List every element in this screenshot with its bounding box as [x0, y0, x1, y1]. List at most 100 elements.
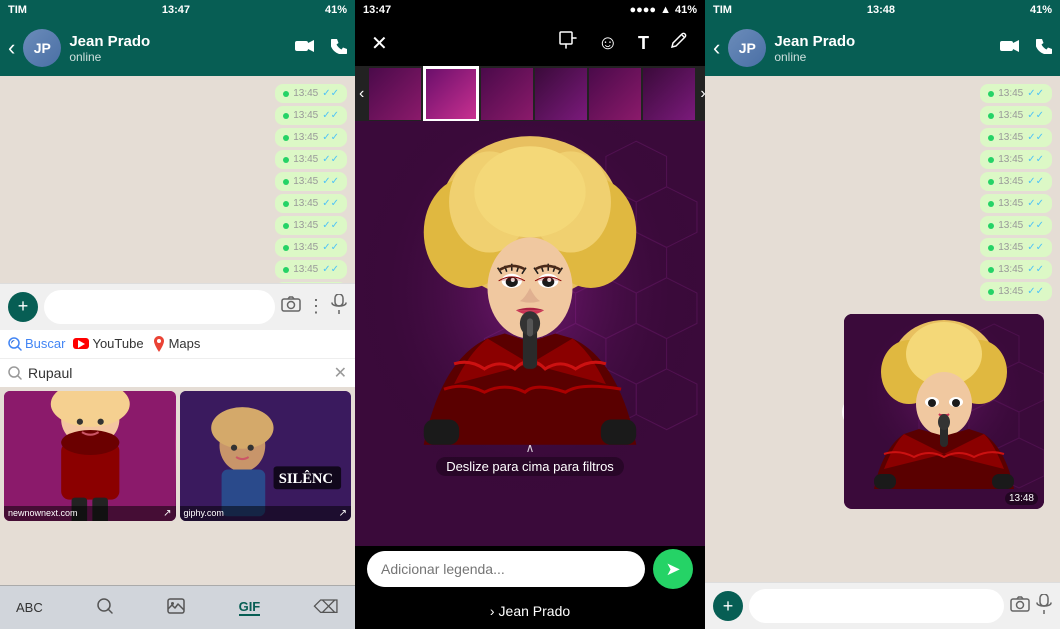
- sent-image-message[interactable]: 13:48: [844, 314, 1044, 509]
- main-image-bg: [355, 121, 705, 546]
- message-input-left[interactable]: [44, 290, 275, 324]
- status-icons-left: 41%: [325, 4, 347, 16]
- video-call-icon-left[interactable]: [295, 39, 315, 58]
- keyboard-abc[interactable]: ABC: [16, 600, 43, 615]
- keyboard-bar: ABC GIF ⌫: [0, 585, 355, 629]
- keyboard-gif[interactable]: GIF: [239, 599, 261, 616]
- keyboard-search-icon[interactable]: [96, 597, 114, 618]
- back-button-left[interactable]: ‹: [8, 35, 15, 61]
- table-row: 13:45 ✓✓: [980, 282, 1052, 301]
- avatar-right: JP: [728, 29, 766, 67]
- battery-left: 41%: [325, 4, 347, 16]
- add-button-right[interactable]: +: [713, 591, 743, 621]
- msg-dot: [283, 91, 289, 97]
- film-prev[interactable]: ‹: [355, 85, 368, 103]
- buscar-label: Buscar: [25, 336, 65, 351]
- video-call-icon-right[interactable]: [1000, 39, 1020, 58]
- gif-overlay-2: giphy.com ↗: [180, 506, 352, 521]
- input-area-left: + ⋮: [0, 283, 355, 330]
- text-icon[interactable]: T: [638, 33, 649, 54]
- time-left: 13:47: [162, 4, 190, 16]
- draw-icon[interactable]: [669, 30, 689, 56]
- table-row: 13:45 ✓✓: [980, 216, 1052, 235]
- camera-icon-left[interactable]: [281, 296, 301, 317]
- table-row: 13:45 ✓✓: [275, 150, 347, 169]
- table-row: 13:45 ✓✓: [980, 238, 1052, 257]
- avatar-img-right: JP: [728, 29, 766, 67]
- phone-icon-left[interactable]: [331, 38, 347, 59]
- clear-button[interactable]: ✕: [334, 363, 347, 383]
- editor-top-bar: ✕ ☺ T: [355, 20, 705, 66]
- maps-label: Maps: [169, 336, 201, 351]
- emoji-icon[interactable]: ☺: [598, 32, 618, 55]
- close-button-editor[interactable]: ✕: [371, 31, 388, 56]
- status-bar-left: TIM 13:47 41%: [0, 0, 355, 20]
- film-frame-1[interactable]: [369, 68, 421, 120]
- recipient-row[interactable]: › Jean Prado: [355, 592, 705, 629]
- keyboard-delete[interactable]: ⌫: [314, 597, 339, 618]
- table-row: 13:45 ✓✓: [980, 150, 1052, 169]
- msg-dot: [283, 135, 289, 141]
- table-row: 13:45 ✓✓: [275, 106, 347, 125]
- chat-area-right: 13:45 ✓✓ 13:45 ✓✓ 13:45 ✓✓ 13:45 ✓✓ 13:4…: [705, 76, 1060, 582]
- drag-queen-svg: [355, 121, 705, 546]
- search-input[interactable]: [28, 365, 328, 381]
- mic-icon-left[interactable]: [331, 294, 347, 319]
- film-frame-5[interactable]: [643, 68, 695, 120]
- camera-icon-right[interactable]: [1010, 596, 1030, 617]
- film-frame-4[interactable]: [589, 68, 641, 120]
- status-bar-mid: 13:47 ●●●● ▲ 41%: [355, 0, 705, 20]
- msg-dot: [283, 179, 289, 185]
- film-next[interactable]: ›: [696, 85, 705, 103]
- recipient-name: Jean Prado: [499, 603, 571, 619]
- time-right: 13:48: [867, 4, 895, 16]
- gif-item-1[interactable]: newnownext.com ↗: [4, 391, 176, 521]
- film-frame-3[interactable]: [535, 68, 587, 120]
- signal-mid: ●●●●: [630, 4, 657, 16]
- crop-icon[interactable]: [558, 30, 578, 56]
- table-row: 13:45 ✓✓: [980, 106, 1052, 125]
- contact-status-right: online: [774, 50, 992, 64]
- buscar-button[interactable]: Buscar: [8, 336, 65, 351]
- gif-overlay-1: newnownext.com ↗: [4, 506, 176, 521]
- status-icons-right: 41%: [1030, 4, 1052, 16]
- sent-image-content: [844, 314, 1044, 509]
- mid-panel: 13:47 ●●●● ▲ 41% ✕ ☺ T ‹ ›: [355, 0, 705, 629]
- gif-results: newnownext.com ↗ SILÊNC giphy.com ↗: [0, 387, 355, 586]
- table-row: 13:45 ✓✓: [275, 172, 347, 191]
- menu-icon-left[interactable]: ⋮: [307, 296, 325, 317]
- table-row: 13:45 ✓✓: [980, 194, 1052, 213]
- phone-icon-right[interactable]: [1036, 38, 1052, 59]
- carrier-right: TIM: [713, 4, 732, 16]
- film-strip: ‹ ›: [355, 66, 705, 121]
- table-row: 13:45 ✓✓: [275, 238, 347, 257]
- swipe-hint-text: Deslize para cima para filtros: [436, 457, 624, 476]
- send-icon: ➤: [665, 559, 680, 580]
- table-row: 13:45 ✓✓: [980, 172, 1052, 191]
- keyboard-image-icon[interactable]: [167, 598, 185, 617]
- contact-status-left: online: [69, 50, 287, 64]
- caption-input[interactable]: [367, 551, 645, 587]
- search-icon-small: [8, 366, 22, 380]
- table-row: 13:45 ✓✓: [275, 194, 347, 213]
- svg-text:SILÊNC: SILÊNC: [278, 470, 332, 487]
- back-button-right[interactable]: ‹: [713, 35, 720, 61]
- time-mid: 13:47: [363, 4, 391, 16]
- image-message-container: 13:48: [836, 308, 1052, 515]
- mic-icon-right[interactable]: [1036, 594, 1052, 619]
- msg-dot: [283, 267, 289, 273]
- youtube-play-icon: [78, 340, 85, 348]
- maps-button[interactable]: Maps: [152, 336, 201, 352]
- gif-item-2[interactable]: SILÊNC giphy.com ↗: [180, 391, 352, 521]
- gif-external-icon-2: ↗: [339, 508, 347, 519]
- film-frame-2[interactable]: [481, 68, 533, 120]
- add-button-left[interactable]: +: [8, 292, 38, 322]
- send-button[interactable]: ➤: [653, 549, 693, 589]
- gif-image-2: SILÊNC: [180, 391, 352, 521]
- youtube-button[interactable]: YouTube: [73, 336, 143, 351]
- msg-dot: [283, 113, 289, 119]
- contact-info-left: Jean Prado online: [69, 33, 287, 64]
- message-input-right[interactable]: [749, 589, 1004, 623]
- battery-mid: 41%: [675, 4, 697, 16]
- film-frame-selected[interactable]: [423, 66, 479, 121]
